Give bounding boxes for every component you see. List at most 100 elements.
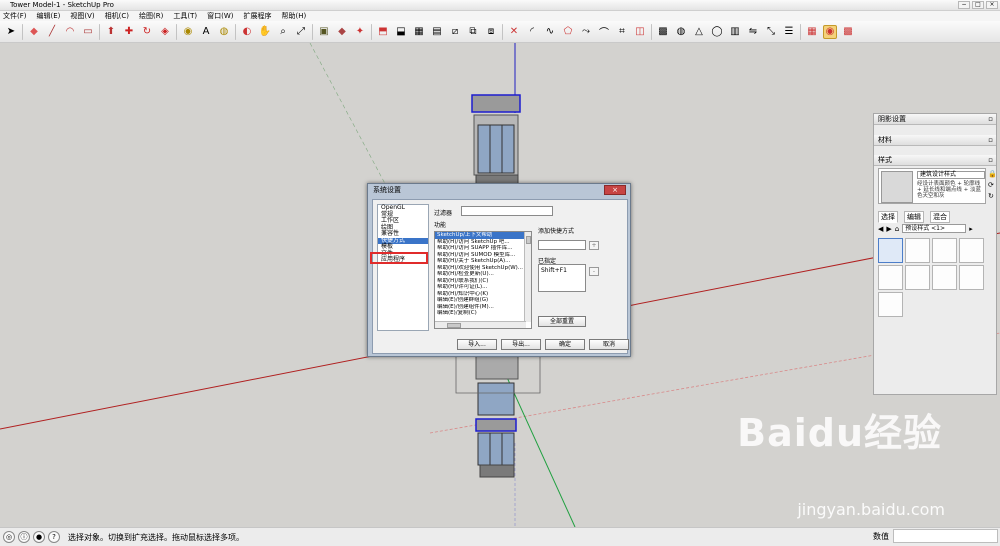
cancel-button[interactable]: 取消 [589, 339, 629, 350]
update-icon[interactable]: ⟳ [988, 181, 997, 189]
component-icon[interactable]: ◆ [335, 25, 349, 39]
style-thumbnail[interactable] [878, 292, 903, 317]
paint-bucket-icon[interactable]: ◍ [217, 25, 231, 39]
style-thumbnail[interactable] [932, 238, 957, 263]
scroll-thumb[interactable] [447, 323, 461, 328]
rectangle-icon[interactable]: ▭ [81, 25, 95, 39]
menu-file[interactable]: 文件(F) [3, 11, 27, 21]
cylinder-icon[interactable]: ◍ [674, 25, 688, 39]
mirror-icon[interactable]: ⇋ [746, 25, 760, 39]
style-thumbnail[interactable] [932, 265, 957, 290]
plugin-b-icon[interactable]: ◉ [823, 24, 837, 39]
tape-measure-icon[interactable]: ◉ [181, 25, 195, 39]
sphere-icon[interactable]: ◯ [710, 25, 724, 39]
polygon-icon[interactable]: ⬠ [561, 25, 575, 39]
fillet-icon[interactable]: ⌒ [597, 25, 611, 39]
weld-icon[interactable]: ◫ [633, 25, 647, 39]
filter-input[interactable] [461, 206, 553, 216]
style-thumbnail[interactable] [878, 265, 903, 290]
text-icon[interactable]: A [199, 25, 213, 39]
export-button[interactable]: 导出... [501, 339, 541, 350]
box-icon[interactable]: ▩ [656, 25, 670, 39]
collapse-icon[interactable]: ▫ [988, 136, 993, 144]
tab-edit[interactable]: 编辑 [904, 211, 924, 223]
menu-tools[interactable]: 工具(T) [173, 11, 197, 21]
geo-location-icon[interactable]: ◎ [3, 531, 15, 543]
function-hscrollbar[interactable] [435, 321, 526, 328]
chamfer-icon[interactable]: ⌗ [615, 25, 629, 39]
back-icon[interactable]: ◀ [878, 225, 883, 233]
refresh-icon[interactable]: ↻ [988, 192, 997, 200]
lock-icon[interactable]: 🔒 [988, 170, 997, 178]
styles-header[interactable]: 样式 ▫ [874, 155, 996, 166]
shadow-settings-header[interactable]: 阴影设置 ▫ [874, 114, 996, 125]
measure-icon[interactable]: ⧄ [448, 25, 462, 39]
plugin-c-icon[interactable]: ▩ [841, 25, 855, 39]
move-icon[interactable]: ✚ [122, 25, 136, 39]
credits-icon[interactable]: ⓘ [18, 531, 30, 543]
minimize-button[interactable]: − [958, 1, 970, 9]
category-list[interactable]: OpenGL 常规 工作区 绘图 兼容性 快捷方式 模板 文件 应用程序 [377, 204, 429, 331]
style-thumbnail[interactable] [959, 238, 984, 263]
style-thumbnail[interactable] [905, 265, 930, 290]
style-thumbnail[interactable] [905, 238, 930, 263]
collapse-icon[interactable]: ▫ [988, 115, 993, 123]
bezier-icon[interactable]: ∿ [543, 25, 557, 39]
close-button[interactable]: × [986, 1, 998, 9]
tab-select[interactable]: 选择 [878, 211, 898, 223]
value-input[interactable] [893, 529, 998, 543]
style-thumbnail[interactable] [959, 265, 984, 290]
menu-window[interactable]: 窗口(W) [207, 11, 233, 21]
warehouse-icon[interactable]: ▣ [317, 25, 331, 39]
add-shortcut-input[interactable] [538, 240, 586, 250]
remove-shortcut-button[interactable]: - [589, 267, 599, 276]
plugin-a-icon[interactable]: ▦ [805, 25, 819, 39]
eraser-icon[interactable]: ◆ [27, 25, 41, 39]
push-pull-icon[interactable]: ⬆ [104, 25, 118, 39]
layer-icon[interactable]: ⧉ [466, 25, 480, 39]
collapse-icon[interactable]: ▫ [988, 156, 993, 164]
ok-button[interactable]: 确定 [545, 339, 585, 350]
stack-icon[interactable]: ⧈ [484, 25, 498, 39]
curve-icon[interactable]: ✕ [507, 25, 521, 39]
materials-header[interactable]: 材料 ▫ [874, 135, 996, 146]
grid-icon[interactable]: ▤ [430, 25, 444, 39]
arc-tool-icon[interactable]: ◜ [525, 25, 539, 39]
zoom-icon[interactable]: ⌕ [276, 25, 290, 39]
orbit-icon[interactable]: ◐ [240, 25, 254, 39]
extension-icon[interactable]: ✦ [353, 25, 367, 39]
select-icon[interactable]: ➤ [4, 25, 18, 39]
assigned-list[interactable]: Shift+F1 [538, 264, 586, 292]
preset-select[interactable]: 预设样式 <1> [902, 224, 967, 233]
menu-camera[interactable]: 相机(C) [105, 11, 129, 21]
home-icon[interactable]: ⌂ [895, 225, 899, 233]
pencil-icon[interactable]: ╱ [45, 25, 59, 39]
tab-mix[interactable]: 混合 [930, 211, 950, 223]
section-icon[interactable]: ⬓ [394, 25, 408, 39]
assigned-value[interactable]: Shift+F1 [541, 267, 567, 274]
style-thumbnail[interactable] [878, 238, 903, 263]
help-icon[interactable]: ? [48, 531, 60, 543]
style-name-field[interactable]: 建筑设计样式 [917, 171, 985, 179]
function-vscrollbar[interactable] [524, 232, 531, 322]
import-button[interactable]: 导入... [457, 339, 497, 350]
function-list[interactable]: SketchUp/上下文帮助 帮助(H)/访问 SketchUp 吧... 帮助… [434, 231, 532, 329]
scroll-thumb[interactable] [526, 236, 531, 244]
maximize-button[interactable]: □ [972, 1, 984, 9]
follow-me-icon[interactable]: ◈ [158, 25, 172, 39]
dialog-close-button[interactable]: × [604, 185, 626, 195]
details-icon[interactable]: ▸ [969, 225, 973, 233]
menu-view[interactable]: 视图(V) [70, 11, 94, 21]
reset-all-button[interactable]: 全部重置 [538, 316, 586, 327]
menu-extensions[interactable]: 扩展程序 [243, 11, 271, 21]
menu-edit[interactable]: 编辑(E) [37, 11, 61, 21]
solid-tools-icon[interactable]: ⬒ [376, 25, 390, 39]
function-item[interactable]: 编辑(E)/复制(C) [435, 310, 531, 317]
zoom-extents-icon[interactable]: ⤢ [294, 25, 308, 39]
menu-help[interactable]: 帮助(H) [281, 11, 306, 21]
forward-icon[interactable]: ▶ [886, 225, 891, 233]
add-shortcut-button[interactable]: + [589, 241, 599, 250]
pan-icon[interactable]: ✋ [258, 25, 272, 39]
menu-draw[interactable]: 绘图(R) [139, 11, 163, 21]
scale-icon[interactable]: ⤡ [764, 25, 778, 39]
